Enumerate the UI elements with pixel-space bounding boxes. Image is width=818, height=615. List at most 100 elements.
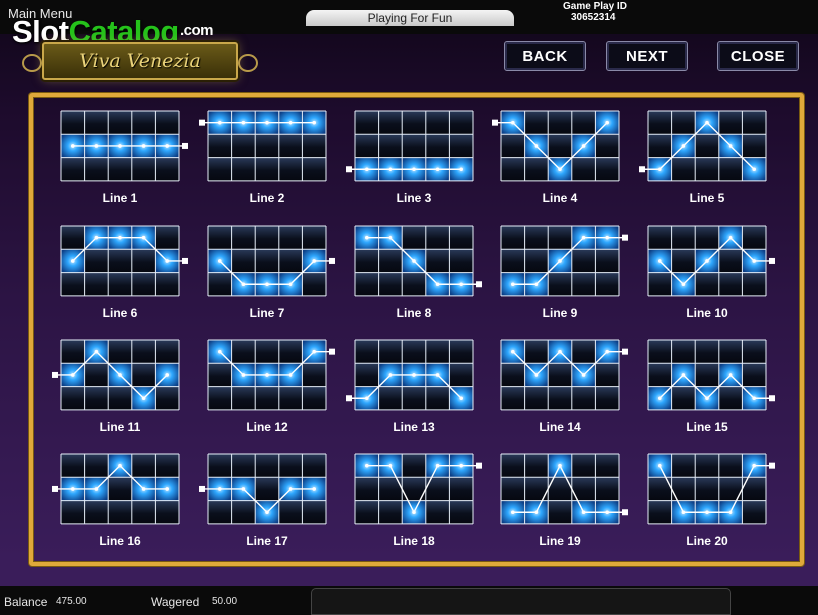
payline-dot	[681, 373, 686, 377]
payline-cell	[742, 500, 766, 524]
payline-cell	[355, 500, 379, 524]
payline-label: Line 10	[686, 306, 728, 320]
payline-cell	[108, 249, 132, 273]
payline-dot	[388, 167, 393, 172]
payline-cell	[402, 134, 426, 158]
payline-dot	[558, 259, 562, 263]
payline-cell	[231, 386, 256, 410]
payline-cell	[742, 134, 766, 158]
payline-cell	[718, 454, 743, 478]
payline-cell	[302, 272, 326, 296]
payline-cell	[255, 386, 279, 410]
payline-cell	[524, 340, 549, 364]
payline-cell	[571, 386, 596, 410]
payline-cell	[155, 454, 179, 478]
payline-cell	[695, 477, 719, 501]
back-button[interactable]: BACK	[504, 41, 586, 71]
payline-cell	[302, 134, 326, 158]
payline-cell	[648, 340, 672, 364]
payline-cell	[524, 226, 549, 250]
payline-dot	[558, 463, 562, 468]
payline-dot	[165, 487, 169, 491]
payline-label: Line 12	[246, 420, 288, 434]
payline-cell	[155, 272, 179, 296]
payline-cell	[208, 134, 232, 158]
payline-dot	[241, 373, 246, 377]
payline-dot	[71, 259, 75, 263]
payline-marker-icon	[182, 142, 188, 149]
payline-cell	[501, 454, 525, 478]
payline-dot	[265, 120, 269, 125]
payline-cell	[278, 340, 303, 364]
payline-cell	[278, 454, 303, 478]
payline-marker-icon	[52, 371, 58, 378]
payline-dot	[581, 144, 586, 148]
payline-cell	[302, 454, 326, 478]
payline-cell	[131, 249, 156, 273]
payline-diagram	[500, 225, 628, 297]
payline-cell	[425, 340, 450, 364]
payline-dot	[705, 396, 709, 401]
payline-marker-icon	[769, 257, 775, 264]
payline-dot	[312, 120, 316, 125]
payline-cell	[524, 249, 549, 273]
payline-dot	[752, 259, 756, 263]
payline-marker-icon	[476, 462, 482, 469]
payline-cell	[208, 157, 232, 181]
payline-cell	[548, 363, 572, 387]
payline-cell	[84, 157, 109, 181]
payline-cell	[524, 157, 549, 181]
payline-dot	[605, 120, 609, 125]
payline-cell	[302, 500, 326, 524]
close-button[interactable]: CLOSE	[717, 41, 799, 71]
payline-cell	[695, 454, 719, 478]
payline-cell	[208, 363, 232, 387]
payline-cell	[255, 340, 279, 364]
payline-cell	[231, 157, 256, 181]
payline-cell	[108, 340, 132, 364]
payline-marker-icon	[622, 348, 628, 355]
payline-dot	[265, 510, 269, 515]
payline-cell	[255, 454, 279, 478]
payline-cell	[61, 500, 85, 524]
payline-dot	[312, 259, 316, 263]
payline-cell	[278, 386, 303, 410]
payline-cell	[155, 157, 179, 181]
payline-cell	[208, 272, 232, 296]
payline-dot	[412, 167, 416, 172]
payline-cell	[84, 363, 109, 387]
payline-dot	[752, 463, 756, 468]
payline-cell	[231, 340, 256, 364]
balance-value: 475.00	[56, 596, 87, 607]
payline-cell	[449, 249, 473, 273]
payline-dot	[511, 349, 515, 354]
payline-cell	[501, 249, 525, 273]
payline-cell	[648, 363, 672, 387]
payline-cell	[671, 111, 696, 135]
payline-cell	[524, 111, 549, 135]
payline-cell	[402, 272, 426, 296]
payline-dot	[412, 259, 416, 263]
payline-cell	[425, 226, 450, 250]
payline-dot	[605, 349, 609, 354]
payline-cell	[208, 500, 232, 524]
payline-cell	[355, 249, 379, 273]
payline-cell	[595, 272, 619, 296]
next-button[interactable]: NEXT	[606, 41, 688, 71]
payline-cell	[231, 500, 256, 524]
payline-dot	[141, 487, 146, 491]
payline-dot	[705, 510, 709, 515]
payline-cell	[302, 226, 326, 250]
payline-label: Line 19	[539, 534, 581, 548]
payline-dot	[118, 144, 122, 148]
payline-dot	[534, 144, 539, 148]
payline-cell	[595, 157, 619, 181]
payline-cell	[742, 111, 766, 135]
payline-cell	[571, 340, 596, 364]
payline-cell	[231, 134, 256, 158]
payline-marker-icon	[52, 485, 58, 492]
payline-cell	[671, 157, 696, 181]
payline-label: Line 1	[102, 191, 138, 205]
watermark-com-text: .com	[180, 22, 214, 39]
payline-label: Line 9	[542, 306, 578, 320]
